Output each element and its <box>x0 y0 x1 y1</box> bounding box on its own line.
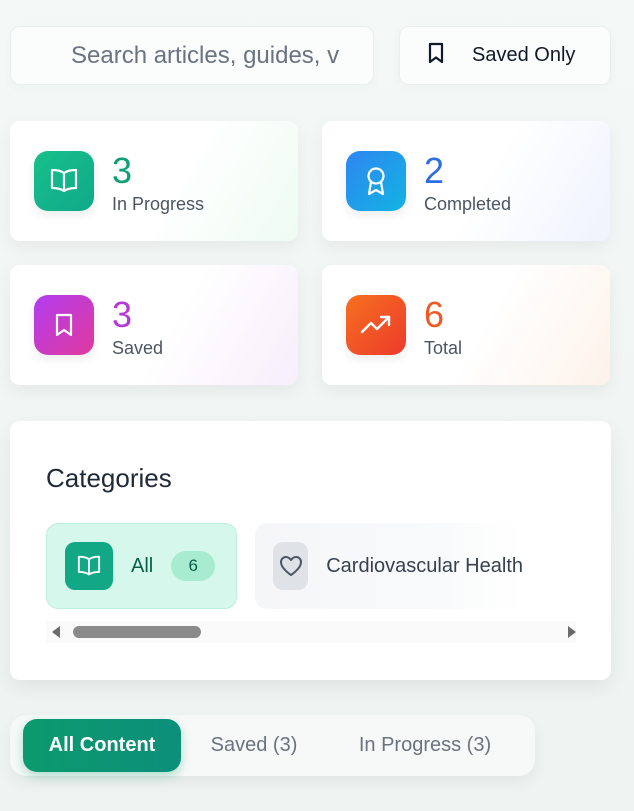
scrollbar-thumb[interactable] <box>73 626 201 638</box>
heart-icon <box>273 542 309 590</box>
stat-value: 3 <box>112 149 133 191</box>
tab-in-progress[interactable]: In Progress (3) <box>327 719 523 772</box>
stat-label: Saved <box>112 337 164 358</box>
bookmark-icon <box>426 42 446 69</box>
stat-value: 6 <box>424 293 445 335</box>
category-count-badge: 6 <box>171 551 216 581</box>
saved-only-label: Saved Only <box>472 44 576 66</box>
scroll-right-icon[interactable] <box>568 626 576 638</box>
stat-label: Completed <box>424 193 512 214</box>
award-icon <box>346 151 406 211</box>
saved-only-button[interactable]: Saved Only <box>399 26 611 85</box>
horizontal-scrollbar[interactable] <box>46 621 576 643</box>
scroll-left-icon[interactable] <box>52 626 60 638</box>
category-name: All <box>131 554 154 577</box>
stat-card-in-progress: 3 In Progress <box>10 121 298 241</box>
stat-value: 3 <box>112 293 133 335</box>
stat-card-saved: 3 Saved <box>10 265 298 385</box>
categories-title: Categories <box>46 463 172 493</box>
category-chip-all[interactable]: All 6 <box>46 523 237 609</box>
categories-panel: Categories All 6 Cardiovascular Health <box>10 421 611 680</box>
book-open-icon <box>65 542 113 590</box>
tab-all-content[interactable]: All Content <box>23 719 181 772</box>
stat-label: In Progress <box>112 193 205 214</box>
content-tabs: All Content Saved (3) In Progress (3) <box>10 715 535 776</box>
book-open-icon <box>34 151 94 211</box>
stat-value: 2 <box>424 149 445 191</box>
trending-up-icon <box>346 295 406 355</box>
category-chip-cardiovascular-health[interactable]: Cardiovascular Health <box>255 523 523 609</box>
tab-saved[interactable]: Saved (3) <box>181 719 327 772</box>
stat-card-completed: 2 Completed <box>322 121 610 241</box>
stat-label: Total <box>424 337 463 358</box>
search-input[interactable] <box>71 41 373 70</box>
category-name: Cardiovascular Health <box>326 554 523 577</box>
search-box[interactable] <box>10 26 374 85</box>
bookmark-icon <box>34 295 94 355</box>
stat-card-total: 6 Total <box>322 265 610 385</box>
